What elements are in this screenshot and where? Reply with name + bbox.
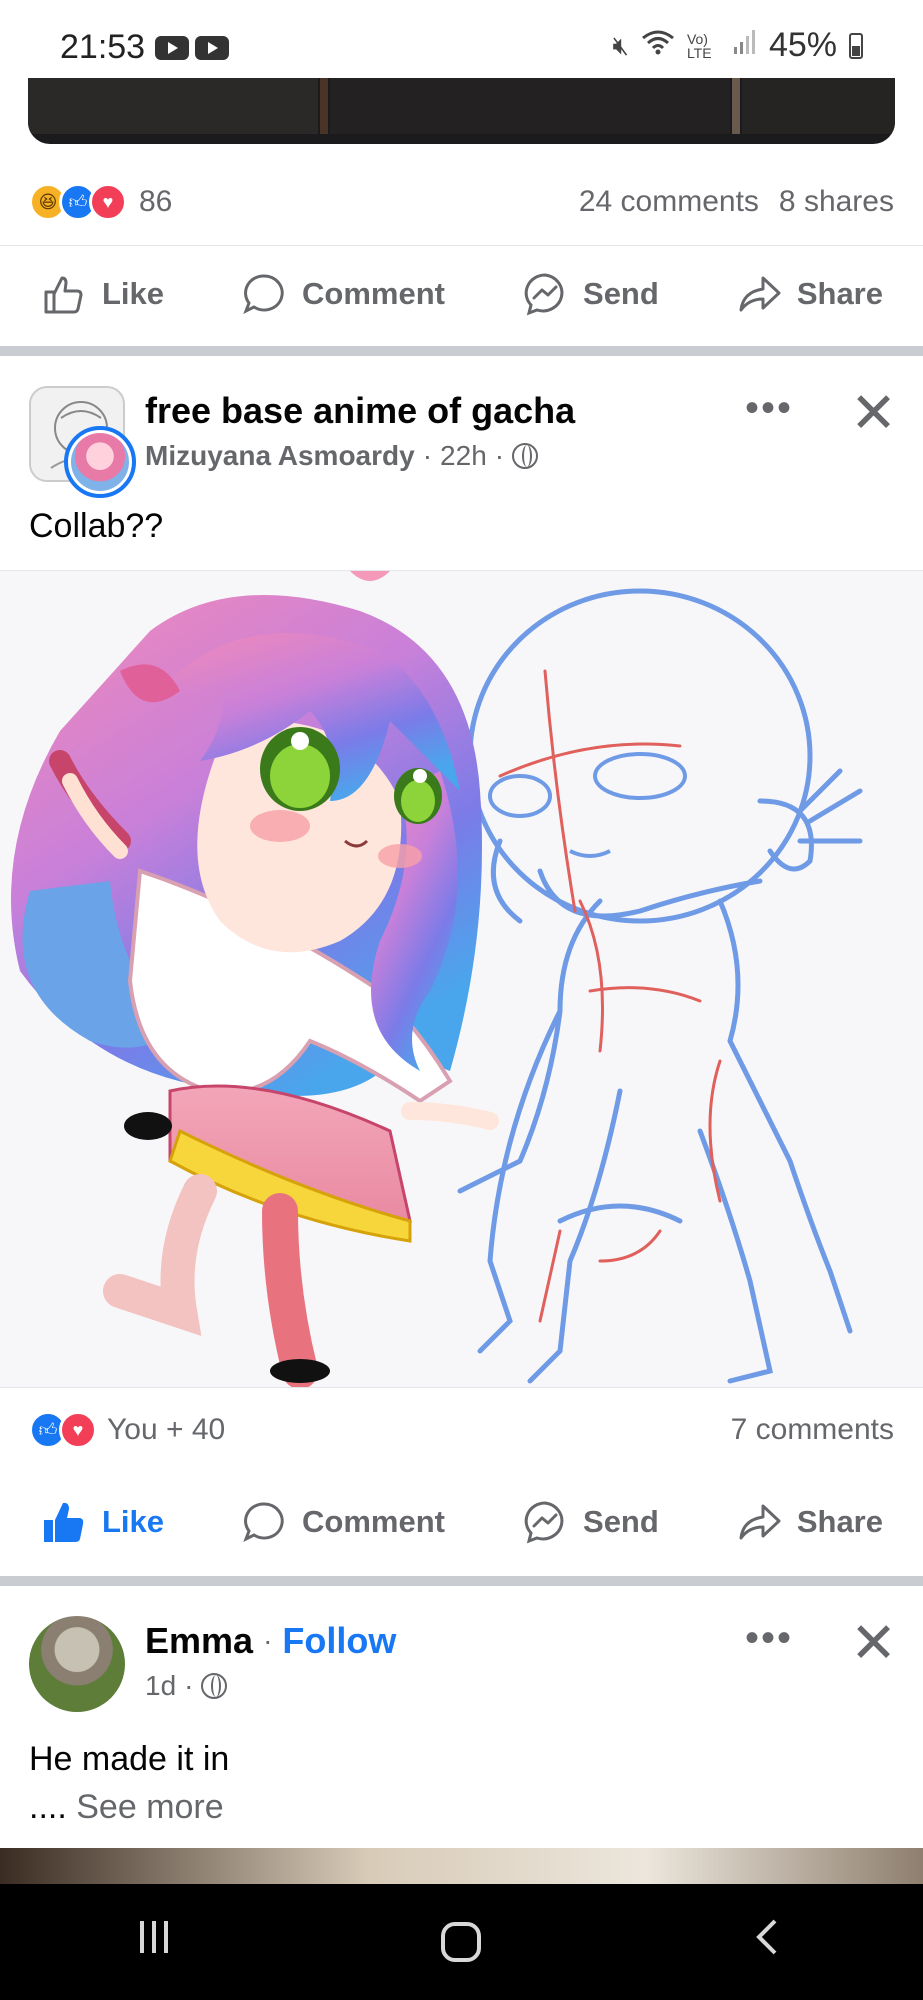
comments-count[interactable]: 24 comments [579, 185, 759, 219]
more-options-icon[interactable]: ••• [745, 386, 793, 431]
love-reaction-icon: ♥ [59, 1411, 97, 1449]
android-nav-bar [0, 1884, 923, 2000]
comment-button[interactable]: Comment [240, 1498, 445, 1546]
like-button[interactable]: Like [40, 270, 164, 318]
post-meta: 1d · [145, 1670, 228, 1702]
meta-separator: · [494, 440, 505, 471]
reaction-count[interactable]: 86 [139, 185, 172, 219]
previous-post-actions: Like Comment Send Share [0, 245, 923, 341]
reaction-icons[interactable]: 😆︎ 👍︎ ♥ [29, 183, 127, 221]
feed-divider [0, 1576, 923, 1586]
shares-count[interactable]: 8 shares [779, 185, 894, 219]
globe-icon [512, 443, 539, 469]
reaction-icons[interactable]: 👍︎ ♥ [29, 1411, 97, 1449]
like-label: Like [102, 275, 165, 311]
post-text-line: .... See more [29, 1783, 229, 1831]
send-label: Send [583, 1504, 659, 1539]
share-label: Share [796, 275, 883, 311]
author-name[interactable]: Emma [145, 1620, 253, 1662]
meta-separator: · [263, 1625, 273, 1656]
messenger-icon [524, 272, 564, 315]
wifi-icon [641, 28, 675, 63]
send-label: Send [583, 275, 659, 311]
follow-button[interactable]: Follow [282, 1620, 396, 1662]
love-reaction-icon: ♥ [89, 183, 127, 221]
send-button[interactable]: Send [521, 270, 659, 318]
meta-separator: · [184, 1670, 194, 1701]
group-name[interactable]: free base anime of gacha [145, 390, 575, 432]
post-meta: Mizuyana Asmoardy · 22h · [145, 440, 539, 472]
post-text-line: He made it in [29, 1740, 230, 1778]
previous-post-reactions: 😆︎ 👍︎ ♥ 86 24 comments 8 shares [0, 162, 923, 242]
comments-count[interactable]: 7 comments [731, 1413, 894, 1447]
lte-label: Vo) LTE [686, 30, 712, 61]
comment-label: Comment [302, 1504, 445, 1539]
post-text: Collab?? [29, 507, 164, 545]
post-actions: Like Comment Send Share [0, 1474, 923, 1570]
like-icon [44, 276, 83, 313]
author-line: Emma · Follow [145, 1620, 396, 1662]
comment-button[interactable]: Comment [240, 270, 445, 318]
close-icon[interactable]: ✕ [850, 1610, 897, 1676]
see-more-link[interactable]: See more [76, 1788, 223, 1826]
globe-icon [201, 1673, 228, 1699]
more-options-icon[interactable]: ••• [745, 1616, 793, 1661]
messenger-icon [524, 1501, 564, 1544]
status-bar: 21:53 🔇︎ Vo) LTE 45% [0, 0, 923, 80]
mute-icon: 🔇︎ [612, 29, 629, 60]
comment-icon [243, 273, 284, 314]
post-image[interactable] [0, 570, 923, 1388]
media-notification-icons [155, 36, 229, 60]
recent-apps-button[interactable] [94, 1917, 214, 1968]
ellipsis: .... [29, 1788, 67, 1826]
post-header: free base anime of gacha Mizuyana Asmoar… [0, 381, 923, 506]
status-indicators: 🔇︎ Vo) LTE 45% [613, 26, 863, 65]
battery-percent: 45% [768, 26, 837, 64]
like-icon-filled [44, 1502, 84, 1542]
status-time: 21:53 [60, 28, 146, 66]
share-icon [739, 1504, 781, 1540]
comment-label: Comment [302, 275, 445, 311]
share-button[interactable]: Share [735, 270, 883, 318]
comment-icon [243, 1502, 284, 1543]
author-name[interactable]: Mizuyana Asmoardy [145, 440, 415, 472]
meta-separator: · [422, 440, 433, 471]
reaction-summary[interactable]: You + 40 [107, 1413, 225, 1447]
battery-icon [849, 32, 863, 59]
author-avatar[interactable] [64, 426, 136, 498]
next-post-header: Emma · Follow 1d · ••• ✕ [0, 1611, 923, 1736]
close-icon[interactable]: ✕ [850, 380, 897, 446]
author-avatar[interactable] [29, 1616, 125, 1712]
share-icon [739, 276, 781, 311]
send-button[interactable]: Send [521, 1498, 659, 1546]
like-button[interactable]: Like [40, 1498, 164, 1546]
like-label: Like [102, 1504, 165, 1539]
share-button[interactable]: Share [735, 1498, 883, 1546]
post-reactions: 👍︎ ♥ You + 40 7 comments [0, 1390, 923, 1470]
youtube-icon [155, 36, 189, 60]
back-button[interactable] [709, 1917, 829, 1968]
signal-icon [733, 29, 757, 62]
post-time[interactable]: 1d [145, 1670, 176, 1702]
home-button[interactable] [401, 1922, 521, 1962]
previous-post-photo[interactable] [28, 78, 895, 144]
next-post-photo[interactable] [0, 1848, 923, 1884]
post-time[interactable]: 22h [440, 440, 487, 472]
feed-divider [0, 346, 923, 356]
youtube-icon [195, 36, 229, 60]
next-post-text: He made it in .... See more [29, 1735, 229, 1831]
share-label: Share [796, 1504, 883, 1539]
